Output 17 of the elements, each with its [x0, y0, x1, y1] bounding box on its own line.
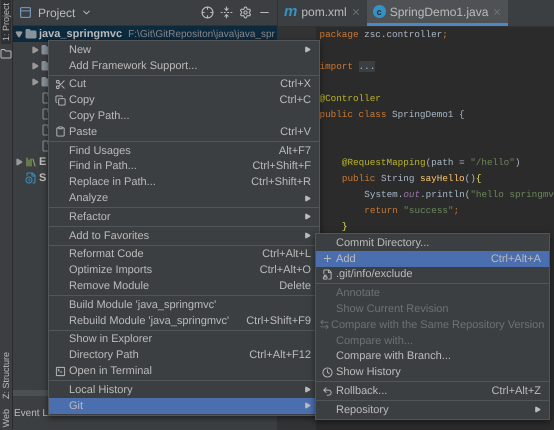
code-line: @RequestMapping(path = "/hello")	[340, 156, 522, 170]
tab-label: SpringDemo1.java	[390, 4, 488, 18]
code-line: package zsc.controller;	[319, 28, 449, 42]
tab-label: pom.xml	[301, 4, 347, 18]
tree-item-name: S	[39, 172, 46, 184]
code-line: @Controller	[319, 92, 382, 106]
code-line: }	[340, 220, 348, 234]
code-line: System.out.println("hello springmv	[363, 188, 554, 202]
file-type-icon: m	[284, 3, 298, 20]
code-line: public class SpringDemo1 {	[319, 108, 466, 122]
code-line: import ...	[319, 60, 376, 74]
code-line: public String sayHello(){	[340, 172, 482, 186]
tree-item-path: F:\Git\GitRepositon\java\java_spr	[128, 28, 275, 40]
tree-item-name: java_springmvc	[39, 28, 122, 40]
tree-item-name: E	[39, 156, 46, 168]
code-line: return "success";	[363, 204, 460, 218]
file-type-icon: c	[372, 5, 386, 18]
